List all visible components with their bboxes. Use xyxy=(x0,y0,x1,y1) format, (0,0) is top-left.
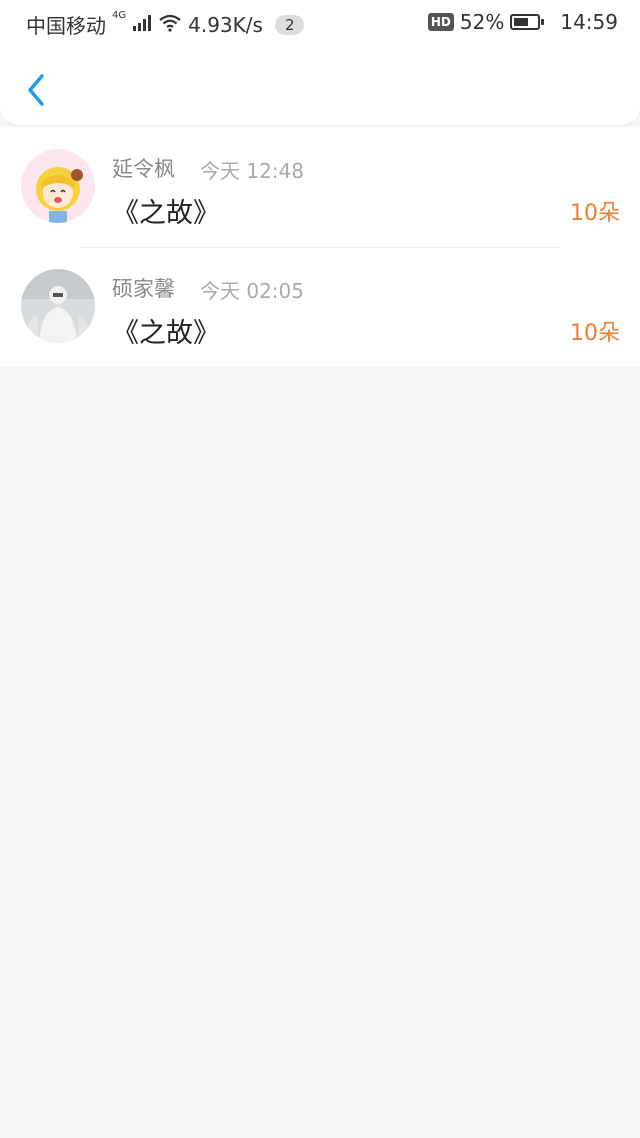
flower-count: 10朵 xyxy=(570,321,620,346)
gift-record-list: 延令枫 今天 12:48 《之故》 10朵 硕家馨 今天 02:05 《之故》 … xyxy=(0,127,640,367)
avatar[interactable] xyxy=(21,149,95,223)
app-header: 中国移动 4G 4.93K/s 2 HD 52% 14:59 xyxy=(0,0,640,125)
work-title: 《之故》 xyxy=(112,198,220,229)
battery-percent: 52% xyxy=(459,10,505,34)
battery-icon xyxy=(510,14,545,30)
work-title: 《之故》 xyxy=(112,318,220,349)
hd-badge: HD xyxy=(427,13,454,31)
wifi-icon xyxy=(158,13,182,37)
back-button[interactable] xyxy=(18,70,58,110)
list-item[interactable]: 硕家馨 今天 02:05 《之故》 10朵 xyxy=(0,247,640,367)
sender-name: 延令枫 xyxy=(112,157,175,181)
status-bar: 中国移动 4G 4.93K/s 2 HD 52% 14:59 xyxy=(0,0,640,44)
sent-time: 今天 12:48 xyxy=(200,159,304,183)
signal-icon xyxy=(132,13,152,37)
avatar[interactable] xyxy=(21,269,95,343)
list-item[interactable]: 延令枫 今天 12:48 《之故》 10朵 xyxy=(0,127,640,247)
flower-count: 10朵 xyxy=(570,201,620,226)
network-type: 4G xyxy=(112,10,127,21)
clock: 14:59 xyxy=(560,10,618,34)
network-speed: 4.93K/s xyxy=(188,12,263,37)
sent-time: 今天 02:05 xyxy=(200,279,304,303)
sender-name: 硕家馨 xyxy=(112,277,175,301)
notification-count-badge: 2 xyxy=(274,14,305,35)
chevron-left-icon xyxy=(28,74,44,106)
carrier-label: 中国移动 xyxy=(26,14,106,38)
